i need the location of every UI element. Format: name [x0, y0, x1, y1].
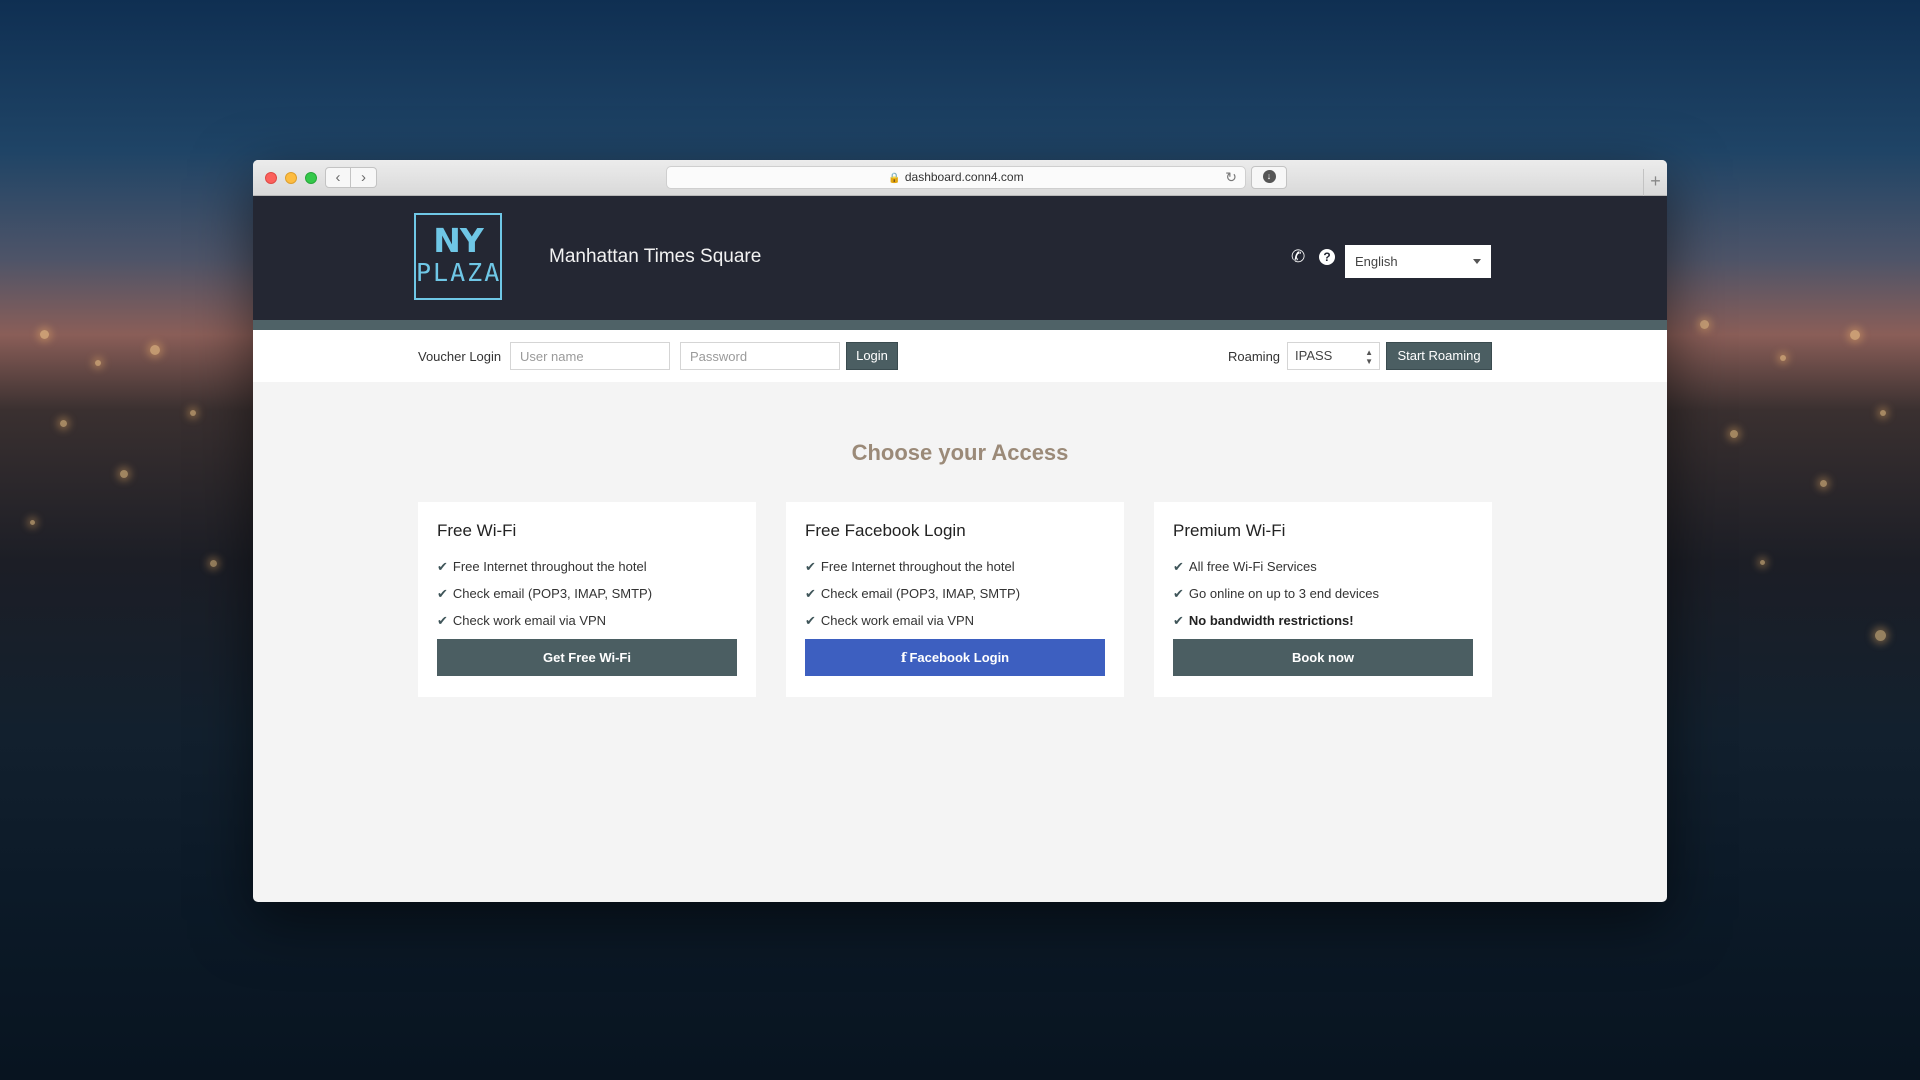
- lock-icon: 🔒: [888, 173, 901, 184]
- roaming-select[interactable]: IPASS ▲ ▼: [1287, 342, 1380, 370]
- book-now-button[interactable]: Book now: [1173, 639, 1473, 676]
- language-select[interactable]: English: [1345, 245, 1491, 278]
- history-buttons: ‹ ›: [325, 167, 377, 188]
- facebook-icon: f: [900, 651, 907, 666]
- page-title: Choose your Access: [851, 440, 1069, 465]
- list-item: ✔ No bandwidth restrictions!: [1173, 613, 1354, 628]
- check-icon: ✔: [1173, 559, 1184, 574]
- start-roaming-button[interactable]: Start Roaming: [1386, 342, 1492, 370]
- premium-wifi-card: Premium Wi-Fi ✔ All free Wi-Fi Services ✔…: [1154, 502, 1492, 697]
- list-item: ✔ All free Wi-Fi Services: [1173, 559, 1317, 574]
- login-button[interactable]: Login: [846, 342, 898, 370]
- browser-titlebar: ‹ › 🔒 dashboard.conn4.com ↻ ↓ +: [253, 160, 1667, 196]
- check-icon: ✔: [805, 559, 816, 574]
- new-tab-icon[interactable]: +: [1643, 169, 1667, 196]
- site-header: NY PLAZA Manhattan Times Square ✆ ? Engl…: [253, 196, 1667, 320]
- facebook-login-button[interactable]: f Facebook Login: [805, 639, 1105, 676]
- roaming-value: IPASS: [1295, 348, 1333, 363]
- url-text: dashboard.conn4.com: [904, 170, 1024, 184]
- hotel-logo[interactable]: NY PLAZA: [414, 213, 502, 300]
- phone-icon[interactable]: ✆: [1291, 247, 1305, 267]
- card-title: Free Facebook Login: [805, 521, 966, 540]
- caret-down-icon: [1473, 259, 1481, 264]
- close-window-button[interactable]: [265, 172, 277, 184]
- check-icon: ✔: [437, 559, 448, 574]
- window-controls: [265, 172, 317, 184]
- logo-line-plaza: PLAZA: [416, 258, 502, 287]
- feature-list: ✔ Free Internet throughout the hotel ✔ Che…: [805, 557, 1020, 638]
- address-bar[interactable]: 🔒 dashboard.conn4.com ↻: [666, 166, 1246, 189]
- reload-icon[interactable]: ↻: [1225, 167, 1237, 188]
- check-icon: ✔: [437, 586, 448, 601]
- hotel-name: Manhattan Times Square: [549, 246, 762, 267]
- list-item: ✔ Check work email via VPN: [437, 613, 607, 628]
- downloads-button[interactable]: ↓: [1251, 166, 1287, 189]
- card-title: Free Wi-Fi: [437, 521, 517, 540]
- list-item: ✔ Go online on up to 3 end devices: [1173, 586, 1379, 601]
- list-item: ✔ Check work email via VPN: [805, 613, 975, 628]
- access-section: Choose your Access Free Wi-Fi ✔ Free Inte…: [253, 382, 1667, 902]
- voucher-bar: Voucher Login Login Roaming IPASS ▲▼ Sta…: [253, 330, 1667, 382]
- browser-window: ‹ › 🔒 dashboard.conn4.com ↻ ↓ + NY PLAZA …: [253, 160, 1667, 902]
- minimize-window-button[interactable]: [285, 172, 297, 184]
- facebook-login-card: Free Facebook Login ✔ Free Internet throu…: [786, 502, 1124, 697]
- feature-list: ✔ All free Wi-Fi Services ✔ Go online on u…: [1173, 557, 1379, 638]
- check-icon: ✔: [805, 586, 816, 601]
- get-free-wifi-button[interactable]: Get Free Wi-Fi: [437, 639, 737, 676]
- roaming-label: Roaming: [1228, 349, 1281, 364]
- check-icon: ✔: [437, 613, 448, 628]
- back-icon[interactable]: ‹: [325, 167, 351, 188]
- check-icon: ✔: [1173, 586, 1184, 601]
- question-circle-icon[interactable]: ?: [1319, 249, 1335, 265]
- list-item: ✔ Free Internet throughout the hotel: [437, 559, 647, 574]
- password-input[interactable]: [680, 342, 840, 370]
- accent-stripe: [253, 320, 1667, 330]
- free-wifi-card: Free Wi-Fi ✔ Free Internet throughout the…: [418, 502, 756, 697]
- list-item: ✔ Check email (POP3, IMAP, SMTP): [437, 586, 653, 601]
- zoom-window-button[interactable]: [305, 172, 317, 184]
- list-item: ✔ Free Internet throughout the hotel: [805, 559, 1015, 574]
- forward-icon[interactable]: ›: [351, 167, 377, 188]
- language-value: English: [1355, 254, 1398, 269]
- voucher-login-label: Voucher Login: [418, 349, 502, 364]
- select-arrows-icon: ▲ ▼: [1365, 348, 1373, 366]
- logo-line-ny: NY: [433, 221, 484, 260]
- feature-list: ✔ Free Internet throughout the hotel ✔ Che…: [437, 557, 652, 638]
- facebook-login-label: Facebook Login: [909, 650, 1010, 665]
- username-input[interactable]: [510, 342, 670, 370]
- check-icon: ✔: [1173, 613, 1184, 628]
- check-icon: ✔: [805, 613, 816, 628]
- download-icon: ↓: [1262, 170, 1276, 184]
- list-item: ✔ Check email (POP3, IMAP, SMTP): [805, 586, 1021, 601]
- card-title: Premium Wi-Fi: [1173, 521, 1286, 540]
